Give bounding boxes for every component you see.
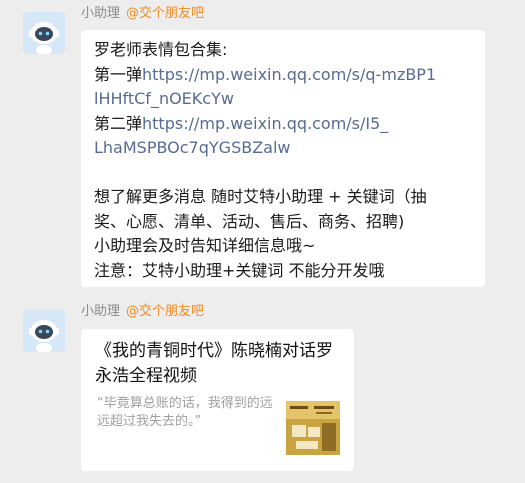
- message-2: 小助理 @交个朋友吧 《我的青铜时代》陈晓楠对话罗永浩全程视频 “毕竟算总账的话，…: [0, 0, 525, 483]
- sender-name: 小助理: [81, 304, 121, 319]
- sender-line: 小助理 @交个朋友吧: [81, 302, 204, 322]
- robot-avatar-icon: [23, 310, 65, 352]
- card-title[interactable]: 《我的青铜时代》陈晓楠对话罗永浩全程视频: [95, 339, 345, 389]
- sender-group-tag: @交个朋友吧: [126, 304, 205, 319]
- article-card[interactable]: 《我的青铜时代》陈晓楠对话罗永浩全程视频 “毕竟算总账的话，我得到的远远超过我失…: [81, 329, 354, 471]
- chat-window: 小助理 @交个朋友吧 罗老师表情包合集: 第一弹https://mp.weixin…: [0, 0, 525, 483]
- thumbnail-image-icon: [286, 401, 340, 455]
- card-description: “毕竟算总账的话，我得到的远远超过我失去的。”: [97, 396, 273, 429]
- card-thumbnail[interactable]: [286, 401, 340, 455]
- avatar[interactable]: [23, 310, 65, 352]
